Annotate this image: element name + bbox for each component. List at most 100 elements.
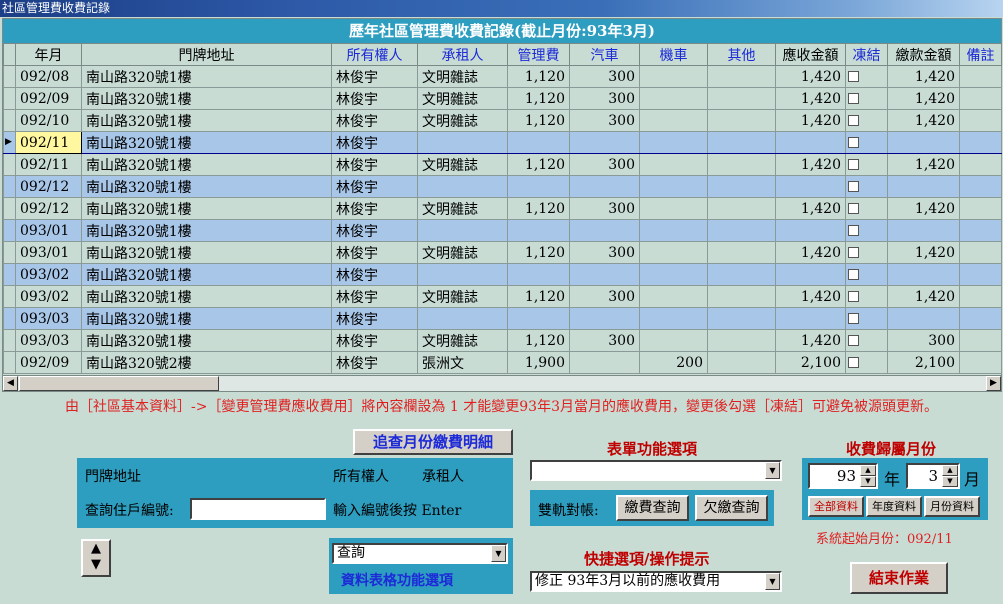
row-selector[interactable] — [3, 351, 16, 374]
all-data-button[interactable]: 全部資料 — [808, 496, 864, 517]
cell-car[interactable] — [569, 351, 640, 374]
cell-car[interactable]: 300 — [569, 329, 640, 352]
cell-tenant[interactable]: 文明雜誌 — [417, 197, 508, 220]
cell-frozen[interactable] — [845, 175, 888, 198]
cell-owner[interactable]: 林俊宇 — [331, 65, 418, 88]
horizontal-scrollbar[interactable]: ◀ ▶ — [3, 375, 1001, 391]
cell-car[interactable] — [569, 175, 640, 198]
month-down-icon[interactable]: ▼ — [942, 476, 958, 487]
cell-paid[interactable]: 1,420 — [887, 285, 960, 308]
cell-paid[interactable]: 1,420 — [887, 87, 960, 110]
table-row[interactable]: 093/02 南山路320號1樓 林俊宇 — [3, 263, 1002, 286]
cell-owner[interactable]: 林俊宇 — [331, 131, 418, 154]
grid-options-select[interactable]: 查詢 ▼ — [332, 543, 508, 564]
col-header-tenant[interactable]: 承租人 — [417, 43, 508, 66]
cell-car[interactable] — [569, 131, 640, 154]
row-selector[interactable] — [3, 109, 16, 132]
col-header-ym[interactable]: 年月 — [15, 43, 82, 66]
cell-note[interactable] — [959, 197, 1002, 220]
row-selector[interactable] — [3, 87, 16, 110]
cell-ym[interactable]: 093/01 — [15, 241, 82, 264]
cell-car[interactable]: 300 — [569, 87, 640, 110]
table-row[interactable]: 093/03 南山路320號1樓 林俊宇 — [3, 307, 1002, 330]
cell-tenant[interactable]: 文明雜誌 — [417, 65, 508, 88]
col-header-due[interactable]: 應收金額 — [775, 43, 846, 66]
table-row[interactable]: 093/03 南山路320號1樓 林俊宇 文明雜誌 1,120 300 1,420 300 — [3, 329, 1002, 352]
cell-owner[interactable]: 林俊宇 — [331, 307, 418, 330]
cell-frozen[interactable] — [845, 153, 888, 176]
cell-moto[interactable] — [639, 175, 708, 198]
cell-tenant[interactable] — [417, 131, 508, 154]
cell-address[interactable]: 南山路320號1樓 — [81, 109, 332, 132]
cell-tenant[interactable]: 張洲文 — [417, 351, 508, 374]
cell-car[interactable]: 300 — [569, 65, 640, 88]
cell-tenant[interactable]: 文明雜誌 — [417, 329, 508, 352]
cell-due[interactable]: 1,420 — [775, 87, 846, 110]
cell-paid[interactable]: 1,420 — [887, 197, 960, 220]
cell-tenant[interactable] — [417, 263, 508, 286]
cell-ym[interactable]: 092/08 — [15, 65, 82, 88]
cell-moto[interactable] — [639, 285, 708, 308]
row-selector[interactable] — [3, 175, 16, 198]
cell-frozen[interactable] — [845, 329, 888, 352]
cell-ym[interactable]: 092/10 — [15, 109, 82, 132]
row-selector[interactable] — [3, 219, 16, 242]
cell-other[interactable] — [707, 307, 776, 330]
cell-note[interactable] — [959, 131, 1002, 154]
cell-moto[interactable] — [639, 153, 708, 176]
cell-due[interactable]: 2,100 — [775, 351, 846, 374]
quick-options-select[interactable]: 修正 93年3月以前的應收費用 ▼ — [530, 571, 782, 592]
cell-ym[interactable]: 092/11 — [15, 131, 82, 154]
frozen-checkbox[interactable] — [848, 159, 859, 170]
cell-other[interactable] — [707, 175, 776, 198]
household-id-input[interactable] — [190, 498, 326, 520]
cell-other[interactable] — [707, 87, 776, 110]
cell-frozen[interactable] — [845, 65, 888, 88]
cell-note[interactable] — [959, 109, 1002, 132]
cell-other[interactable] — [707, 263, 776, 286]
col-header-paid[interactable]: 繳款金額 — [887, 43, 960, 66]
cell-due[interactable]: 1,420 — [775, 109, 846, 132]
cell-moto[interactable] — [639, 131, 708, 154]
col-header-frozen[interactable]: 凍結 — [845, 43, 888, 66]
cell-ym[interactable]: 093/01 — [15, 219, 82, 242]
cell-ym[interactable]: 093/02 — [15, 263, 82, 286]
cell-paid[interactable]: 2,100 — [887, 351, 960, 374]
col-header-other[interactable]: 其他 — [707, 43, 776, 66]
form-functions-select[interactable]: ▼ — [530, 460, 782, 481]
frozen-checkbox[interactable] — [848, 335, 859, 346]
cell-owner[interactable]: 林俊宇 — [331, 351, 418, 374]
frozen-checkbox[interactable] — [848, 71, 859, 82]
cell-paid[interactable] — [887, 307, 960, 330]
cell-other[interactable] — [707, 219, 776, 242]
scroll-thumb[interactable] — [19, 376, 219, 391]
cell-other[interactable] — [707, 351, 776, 374]
records-grid[interactable]: 歷年社區管理費收費記錄(截止月份:93年3月) 年月 門牌地址 所有權人 承租人… — [2, 18, 1002, 392]
cell-due[interactable]: 1,420 — [775, 241, 846, 264]
cell-ym[interactable]: 092/09 — [15, 87, 82, 110]
col-header-car[interactable]: 汽車 — [569, 43, 640, 66]
cell-car[interactable]: 300 — [569, 241, 640, 264]
cell-address[interactable]: 南山路320號2樓 — [81, 351, 332, 374]
cell-due[interactable]: 1,420 — [775, 153, 846, 176]
cell-tenant[interactable]: 文明雜誌 — [417, 241, 508, 264]
cell-frozen[interactable] — [845, 197, 888, 220]
cell-frozen[interactable] — [845, 87, 888, 110]
cell-fee[interactable] — [507, 131, 570, 154]
cell-note[interactable] — [959, 65, 1002, 88]
year-down-icon[interactable]: ▼ — [860, 476, 876, 487]
chevron-down-icon[interactable]: ▼ — [765, 573, 780, 590]
cell-moto[interactable] — [639, 329, 708, 352]
chevron-down-icon[interactable]: ▼ — [765, 462, 780, 479]
cell-owner[interactable]: 林俊宇 — [331, 153, 418, 176]
cell-address[interactable]: 南山路320號1樓 — [81, 87, 332, 110]
col-header-note[interactable]: 備註 — [959, 43, 1002, 66]
cell-frozen[interactable] — [845, 263, 888, 286]
frozen-checkbox[interactable] — [848, 225, 859, 236]
chevron-down-icon[interactable]: ▼ — [491, 545, 506, 562]
cell-fee[interactable]: 1,900 — [507, 351, 570, 374]
cell-tenant[interactable]: 文明雜誌 — [417, 87, 508, 110]
cell-other[interactable] — [707, 241, 776, 264]
cell-moto[interactable] — [639, 307, 708, 330]
cell-paid[interactable]: 1,420 — [887, 109, 960, 132]
